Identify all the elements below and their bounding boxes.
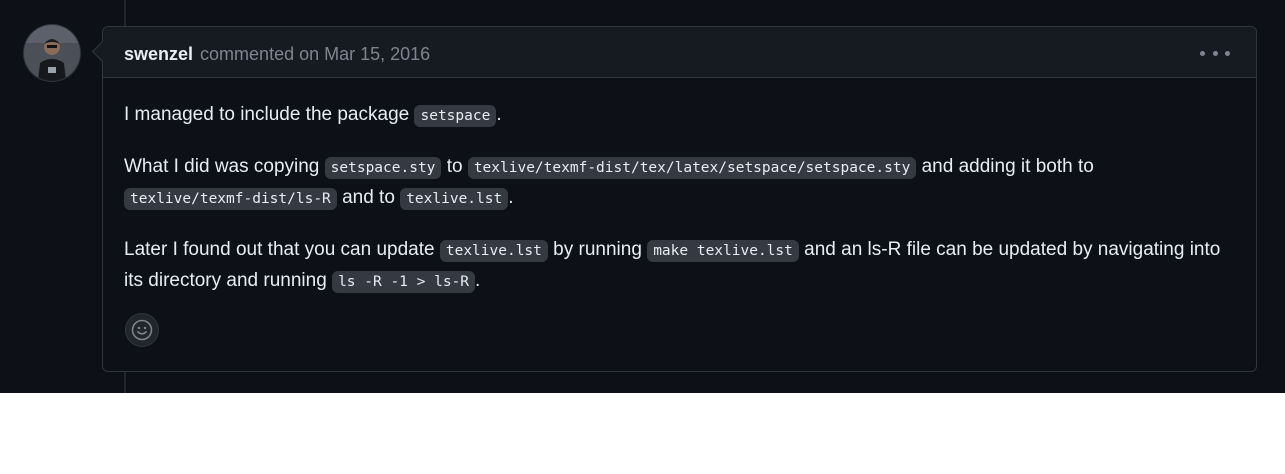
inline-code: texlive/texmf-dist/ls-R bbox=[124, 188, 337, 210]
kebab-horizontal-icon bbox=[1200, 50, 1205, 56]
inline-code: texlive.lst bbox=[439, 240, 548, 262]
inline-code: setspace.sty bbox=[324, 157, 442, 179]
paragraph-text: I managed to include the package bbox=[124, 104, 415, 125]
comment-header-text: swenzel commented on Mar 15, 2016 bbox=[124, 43, 430, 65]
comment-paragraph: I managed to include the package setspac… bbox=[124, 100, 1234, 131]
comment-box: swenzel commented on Mar 15, 2016 I mana… bbox=[91, 26, 1257, 372]
comment-header: swenzel commented on Mar 15, 2016 bbox=[103, 27, 1256, 78]
paragraph-text: to bbox=[441, 156, 468, 177]
kebab-dot bbox=[1225, 50, 1230, 56]
paragraph-text: . bbox=[475, 270, 481, 291]
add-reaction-button[interactable] bbox=[125, 313, 159, 347]
inline-code: texlive.lst bbox=[400, 188, 509, 210]
user-avatar-icon bbox=[24, 25, 80, 81]
comment-timestamp[interactable]: commented on Mar 15, 2016 bbox=[200, 44, 430, 64]
comment-body: I managed to include the package setspac… bbox=[124, 100, 1234, 318]
comment-author[interactable]: swenzel bbox=[124, 44, 193, 64]
paragraph-text: by running bbox=[547, 239, 648, 260]
avatar[interactable] bbox=[24, 25, 80, 81]
paragraph-text: What I did was copying bbox=[124, 156, 325, 177]
inline-code: setspace bbox=[414, 105, 497, 127]
paragraph-text: and adding it both to bbox=[916, 156, 1094, 177]
smiley-icon bbox=[131, 319, 153, 341]
inline-code: ls -R -1 > ls-R bbox=[332, 271, 476, 293]
inline-code: texlive/texmf-dist/tex/latex/setspace/se… bbox=[467, 157, 917, 179]
more-options-button[interactable] bbox=[1200, 41, 1230, 65]
kebab-dot bbox=[1212, 50, 1218, 56]
comment-paragraph: What I did was copying setspace.sty to t… bbox=[124, 152, 1234, 214]
paragraph-text: and to bbox=[336, 187, 401, 208]
paragraph-text: Later I found out that you can update bbox=[124, 239, 440, 260]
paragraph-text: . bbox=[508, 187, 514, 208]
inline-code: make texlive.lst bbox=[647, 240, 799, 262]
comment-paragraph: Later I found out that you can update te… bbox=[124, 235, 1234, 297]
paragraph-text: . bbox=[496, 104, 502, 125]
